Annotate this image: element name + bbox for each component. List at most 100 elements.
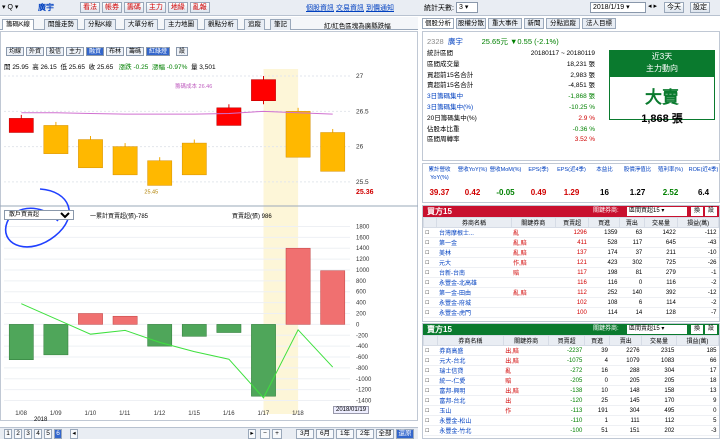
table-row[interactable]: □ 永豐金-虎門 100 114 14 128 -7: [423, 307, 719, 318]
stat-row: 統計區間 20180117 ~ 20180119: [427, 49, 597, 59]
sell15-setting-button[interactable]: 設: [705, 325, 717, 334]
cell: 111: [609, 415, 642, 426]
col-header[interactable]: [422, 217, 438, 228]
range-all[interactable]: 全部: [376, 429, 394, 439]
page-4[interactable]: 4: [34, 429, 42, 439]
row-checkbox[interactable]: □: [423, 375, 438, 386]
col-header[interactable]: 交易量: [641, 335, 677, 346]
col-header[interactable]: [423, 335, 438, 346]
page-1[interactable]: 1: [4, 429, 12, 439]
col-header[interactable]: 關鍵券商: [502, 335, 550, 346]
tab-branch-track[interactable]: 分點追蹤: [546, 18, 580, 29]
col-header[interactable]: 關鍵券商: [510, 217, 556, 228]
sell15-filter-select[interactable]: 區間賣超15 ▾: [627, 325, 687, 334]
range-6m[interactable]: 6月: [316, 429, 334, 439]
col-header[interactable]: 買賣超: [548, 335, 585, 346]
row-checkbox[interactable]: □: [423, 277, 437, 288]
settings-button[interactable]: 設定: [690, 2, 710, 13]
row-checkbox[interactable]: □: [423, 345, 438, 356]
col-header[interactable]: 券商名稱: [436, 335, 504, 346]
table-row[interactable]: □ 富邦-興明 出,賠 -138 10 148 158 13: [423, 385, 719, 396]
table-row[interactable]: □ 元大 作,賠 121 423 302 725 -26: [423, 257, 719, 268]
row-checkbox[interactable]: □: [423, 307, 437, 318]
table-row[interactable]: □ 台灣摩根士... 亂 1296 1359 63 1422 -112: [423, 227, 719, 238]
row-checkbox[interactable]: □: [423, 425, 438, 436]
table-row[interactable]: □ 永豐金-府城 102 108 6 114 -2: [423, 297, 719, 308]
page-5[interactable]: 5: [44, 429, 52, 439]
table-row[interactable]: □ 玉山作 -113 191 304 495 0: [423, 405, 719, 416]
tab-stock-analysis[interactable]: 個股分析: [422, 18, 454, 29]
table-row[interactable]: □ 永豐金-松山 -110 1 111 112 5: [423, 415, 719, 426]
cell: 128: [644, 307, 678, 318]
stat-value: -4,851 張: [568, 82, 595, 90]
restore-button[interactable]: 還原: [396, 429, 414, 439]
col-header[interactable]: 賣出: [609, 335, 643, 346]
col-header[interactable]: 買賣超: [554, 217, 590, 228]
range-1y[interactable]: 1年: [336, 429, 354, 439]
row-checkbox[interactable]: □: [423, 355, 438, 366]
cell: 16: [584, 365, 610, 376]
table-row[interactable]: □ 元大-台北 出,賠 -1075 4 1079 1083 66: [423, 355, 719, 366]
col-header[interactable]: 損益(萬): [677, 217, 719, 228]
date-tick: 1/08: [15, 411, 27, 417]
table-row[interactable]: □ 統一-仁愛賠 -205 0 205 205 18: [423, 375, 719, 386]
col-header[interactable]: 交易量: [643, 217, 679, 228]
row-checkbox[interactable]: □: [423, 227, 437, 238]
broker-name: 第一金: [436, 237, 512, 248]
fundamentals-panel: 累計營收YoY(%) 39.37 營收YoY(%) 0.42 營收MoM(%) -0.05…: [422, 163, 720, 203]
row-checkbox[interactable]: □: [423, 395, 438, 406]
row-checkbox[interactable]: □: [423, 405, 438, 416]
vol-tick: 800: [356, 279, 367, 285]
table-row[interactable]: □ 美林 亂,賠 137 174 37 211 -10: [423, 247, 719, 258]
table-row[interactable]: □ 券商高盛 出,賠 -2237 39 2276 2315 185: [423, 345, 719, 356]
row-checkbox[interactable]: □: [423, 297, 437, 308]
table-row[interactable]: □ 第一金 亂,賠 411 528 117 645 -43: [423, 237, 719, 248]
col-header[interactable]: 損益(萬): [675, 335, 720, 346]
row-checkbox[interactable]: □: [423, 415, 438, 426]
col-header[interactable]: 券商名稱: [436, 217, 512, 228]
buy15-switch-button[interactable]: 換: [691, 207, 703, 216]
buy15-setting-button[interactable]: 設: [705, 207, 717, 216]
sell15-switch-button[interactable]: 換: [691, 325, 703, 334]
tab-target[interactable]: 法人目標: [582, 18, 616, 29]
table-row[interactable]: □ 永豐金-北高雄 116 116 0 116 -2: [423, 277, 719, 288]
cell: 137: [555, 247, 589, 258]
scroll-right-icon[interactable]: ▸: [248, 429, 256, 439]
table-row[interactable]: □ 富邦-台北出 -120 25 145 170 9: [423, 395, 719, 406]
col-header[interactable]: 買進: [588, 217, 620, 228]
page-6[interactable]: 6: [54, 429, 62, 439]
row-checkbox[interactable]: □: [423, 287, 437, 298]
period-select[interactable]: 3 ▾: [456, 2, 478, 13]
fund-value: -0.05: [496, 188, 515, 197]
row-checkbox[interactable]: □: [423, 257, 437, 268]
row-checkbox[interactable]: □: [423, 385, 438, 396]
row-checkbox[interactable]: □: [423, 267, 437, 278]
range-3m[interactable]: 3月: [296, 429, 314, 439]
buy15-filter-select[interactable]: 區間買超15 ▾: [627, 207, 687, 216]
tab-news[interactable]: 新聞: [524, 18, 544, 29]
zoom-in-icon[interactable]: +: [272, 429, 282, 439]
cell: 作,賠: [511, 257, 556, 268]
tab-events[interactable]: 重大事件: [488, 18, 522, 29]
zoom-out-icon[interactable]: −: [260, 429, 270, 439]
row-checkbox[interactable]: □: [423, 247, 437, 258]
tab-equity-dist[interactable]: 股權分散: [456, 18, 486, 29]
row-checkbox[interactable]: □: [423, 237, 437, 248]
net-bar: [8, 324, 34, 360]
table-row[interactable]: □ 永豐金-竹北 -100 51 151 202 -3: [423, 425, 719, 436]
today-button[interactable]: 今天: [664, 2, 684, 13]
date-select[interactable]: 2018/1/19 ▾: [590, 2, 646, 13]
range-2y[interactable]: 2年: [356, 429, 374, 439]
table-row[interactable]: □ 第一金-田由 亂,賠 112 252 140 392 -12: [423, 287, 719, 298]
col-header[interactable]: 買進: [583, 335, 611, 346]
table-row[interactable]: □ 瑞士信貸亂 -272 16 288 304 17: [423, 365, 719, 376]
page-2[interactable]: 2: [14, 429, 22, 439]
date-nav[interactable]: ◂ ▸: [648, 2, 657, 10]
scroll-left-icon[interactable]: ◂: [70, 429, 78, 439]
cell: [503, 425, 549, 436]
sub-indicator-select[interactable]: 散戶買賣超: [4, 210, 74, 220]
row-checkbox[interactable]: □: [423, 365, 438, 376]
page-3[interactable]: 3: [24, 429, 32, 439]
col-header[interactable]: 賣出: [619, 217, 645, 228]
table-row[interactable]: □ 台新-台南賠 117 198 81 279 -1: [423, 267, 719, 278]
